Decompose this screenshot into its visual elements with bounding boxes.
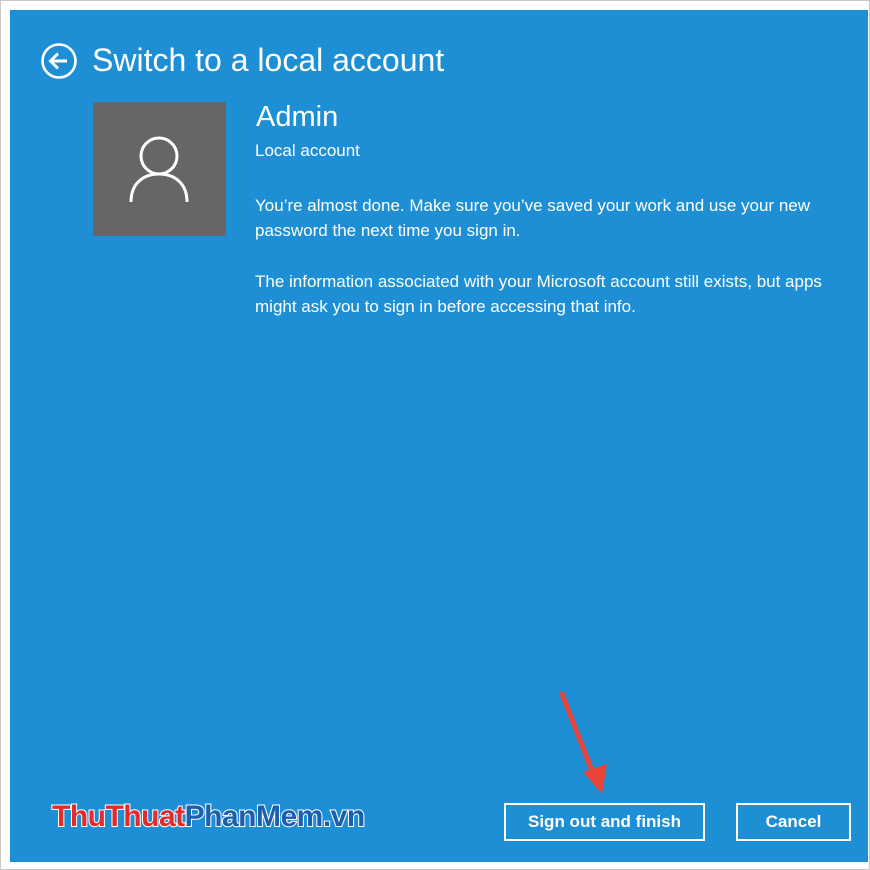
cancel-button[interactable]: Cancel bbox=[736, 803, 851, 841]
back-button[interactable] bbox=[40, 42, 78, 80]
watermark-part1: ThuThuat bbox=[51, 799, 186, 834]
message-saved-work: You’re almost done. Make sure you’ve sav… bbox=[255, 196, 811, 240]
back-arrow-circle-icon bbox=[41, 43, 77, 79]
account-type: Local account bbox=[255, 141, 360, 160]
settings-panel: Switch to a local account Admin Local ac… bbox=[10, 10, 868, 862]
watermark-logo: ThuThuatPhanMem.vn bbox=[51, 799, 367, 840]
sign-out-and-finish-button[interactable]: Sign out and finish bbox=[504, 803, 705, 841]
user-name: Admin bbox=[256, 101, 339, 133]
window-frame: Switch to a local account Admin Local ac… bbox=[0, 0, 870, 870]
page-title: Switch to a local account bbox=[92, 42, 445, 78]
red-arrow-annotation bbox=[559, 691, 607, 794]
avatar bbox=[93, 102, 226, 236]
watermark-part2: PhanMem.vn bbox=[184, 799, 367, 834]
message-microsoft-account-info: The information associated with your Mic… bbox=[255, 272, 822, 316]
user-silhouette-icon bbox=[129, 136, 189, 203]
